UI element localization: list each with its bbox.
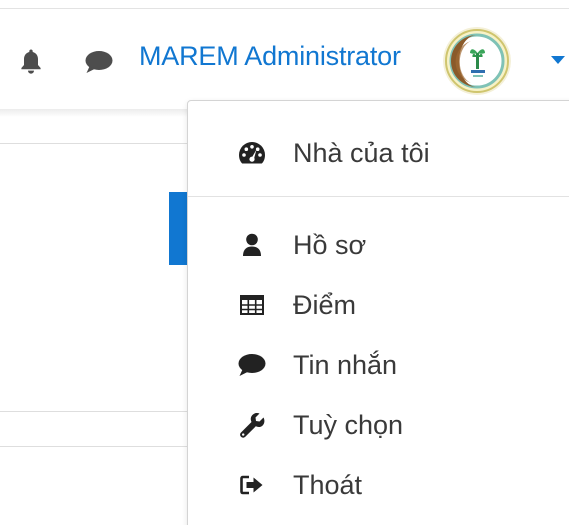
chat-bubble-icon [234, 347, 270, 383]
active-indicator-bar [169, 192, 189, 265]
bell-icon [20, 48, 42, 74]
menu-item-messages[interactable]: Tin nhắn [188, 337, 568, 393]
user-name-link[interactable]: MAREM Administrator [139, 41, 401, 72]
menu-item-label: Tin nhắn [293, 349, 398, 380]
page-divider [0, 411, 200, 412]
page: MAREM Administrator Nhà của tôi Hồ sơ Đi… [0, 0, 569, 525]
menu-item-preferences[interactable]: Tuỳ chọn [188, 397, 568, 453]
user-avatar[interactable] [443, 27, 511, 95]
wrench-icon [234, 407, 270, 443]
menu-item-logout[interactable]: Thoát [188, 457, 568, 513]
organization-logo-avatar [443, 27, 511, 95]
caret-down-icon[interactable] [551, 56, 565, 64]
menu-item-profile[interactable]: Hồ sơ [188, 217, 568, 273]
menu-divider [188, 196, 569, 197]
dashboard-gauge-icon [234, 135, 270, 171]
chat-bubble-icon [84, 50, 114, 74]
menu-item-dashboard[interactable]: Nhà của tôi [188, 125, 568, 181]
user-menu-dropdown: Nhà của tôi Hồ sơ Điểm Tin nhắn Tuỳ chọn… [187, 100, 569, 525]
menu-item-label: Hồ sơ [293, 229, 367, 260]
messages-button[interactable] [84, 47, 114, 77]
menu-item-grades[interactable]: Điểm [188, 277, 568, 333]
page-divider [0, 446, 200, 447]
menu-item-label: Thoát [293, 469, 363, 500]
sign-out-icon [234, 467, 270, 503]
menu-item-label: Nhà của tôi [293, 137, 430, 168]
notifications-button[interactable] [16, 46, 46, 76]
menu-item-label: Điểm [293, 289, 357, 320]
user-icon [234, 227, 270, 263]
page-divider [0, 143, 200, 144]
table-grid-icon [234, 287, 270, 323]
menu-item-label: Tuỳ chọn [293, 409, 404, 440]
top-navbar: MAREM Administrator [0, 9, 569, 109]
